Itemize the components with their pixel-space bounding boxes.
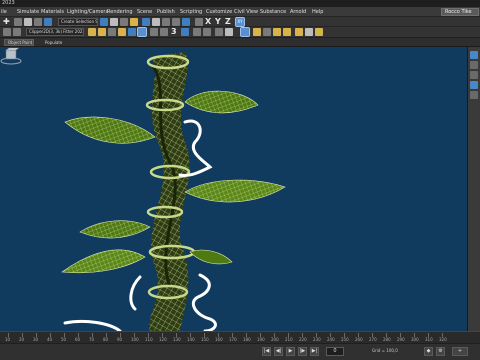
folder-icon[interactable] xyxy=(88,28,96,36)
menu-scene[interactable]: Scene xyxy=(137,7,152,17)
menu-materials[interactable]: Materials xyxy=(41,7,64,17)
transform-icon[interactable] xyxy=(3,28,11,36)
time-config-icon[interactable]: ⚙ xyxy=(436,347,445,356)
render-iterative-icon[interactable] xyxy=(305,28,313,36)
layer-dropdown[interactable]: Clipper2D(3, 3k) Fitter 2023 xyxy=(26,28,84,36)
snap-3d-icon[interactable]: 3 xyxy=(171,27,177,37)
rotate-icon[interactable] xyxy=(152,18,160,26)
unlink-icon[interactable] xyxy=(24,18,32,26)
open-icon[interactable] xyxy=(98,28,106,36)
link-icon[interactable] xyxy=(14,18,22,26)
tab-object-paint[interactable]: Object Paint xyxy=(4,39,34,46)
hierarchy-tab-icon[interactable] xyxy=(470,71,478,79)
angle-snap-icon[interactable] xyxy=(181,28,189,36)
render-frame-icon[interactable] xyxy=(273,28,281,36)
axis-xy-button[interactable]: XY xyxy=(235,17,245,27)
menu-file[interactable]: ile xyxy=(1,7,7,17)
menu-substance[interactable]: Substance xyxy=(260,7,286,17)
rect-select-icon[interactable] xyxy=(120,18,128,26)
place-icon[interactable] xyxy=(172,18,180,26)
align-icon[interactable] xyxy=(240,27,250,37)
pivot-icon[interactable] xyxy=(182,18,190,26)
key-mode-icon[interactable]: ◆ xyxy=(424,347,433,356)
scale-icon[interactable] xyxy=(162,18,170,26)
viewcube-icon[interactable] xyxy=(0,47,22,65)
move-icon[interactable] xyxy=(142,18,150,26)
timeline-ruler[interactable]: 10 20 30 40 50 60 70 80 90 100 110 120 130 140 150 160 1… xyxy=(0,331,480,343)
current-frame-field[interactable]: 0 xyxy=(326,347,344,356)
select-object-icon[interactable] xyxy=(100,18,108,26)
mirror-icon[interactable] xyxy=(225,28,233,36)
menu-simulate[interactable]: Simulate xyxy=(17,7,39,17)
scene-explorer-icon[interactable] xyxy=(118,28,126,36)
window-crossing-icon[interactable] xyxy=(130,18,138,26)
bind-space-warp-icon[interactable] xyxy=(34,18,42,26)
ribbon-bar: Object Paint Populate xyxy=(0,38,480,47)
add-icon[interactable]: + xyxy=(452,347,468,356)
secondary-toolbar: Clipper2D(3, 3k) Fitter 2023 3 xyxy=(0,27,480,38)
menu-bar: ile Simulate Materials Lighting/Camera R… xyxy=(0,7,480,17)
next-frame-icon[interactable]: |▶ xyxy=(298,347,307,356)
layer-explorer-icon[interactable] xyxy=(128,28,136,36)
render-online-icon[interactable] xyxy=(315,28,323,36)
selection-set-dropdown[interactable]: Create Selection Se xyxy=(58,18,98,26)
workspace-selector[interactable]: Rocco Tike xyxy=(441,8,479,16)
menu-arnold[interactable]: Arnold xyxy=(290,7,306,17)
menu-help[interactable]: Help xyxy=(312,7,323,17)
motion-tab-icon[interactable] xyxy=(470,81,478,89)
render-icon[interactable] xyxy=(283,28,291,36)
menu-publish[interactable]: Publish xyxy=(157,7,175,17)
select-filter-icon[interactable] xyxy=(44,18,52,26)
axis-x-button[interactable]: X xyxy=(205,17,211,27)
axis-y-button[interactable]: Y xyxy=(215,17,221,27)
main-toolbar: ✚ Create Selection Se X Y Z XY xyxy=(0,17,480,27)
render-setup-icon[interactable] xyxy=(263,28,271,36)
tab-populate[interactable]: Populate xyxy=(42,39,65,46)
menu-civil-view[interactable]: Civil View xyxy=(234,7,258,17)
track-view-icon[interactable] xyxy=(150,28,158,36)
menu-lighting-camera[interactable]: Lighting/Camera xyxy=(67,7,109,17)
axis-z-button[interactable]: Z xyxy=(225,17,231,27)
schematic-icon[interactable] xyxy=(160,28,168,36)
play-icon[interactable]: ▶ xyxy=(286,347,295,356)
menu-scripting[interactable]: Scripting xyxy=(180,7,202,17)
command-panel xyxy=(468,47,480,331)
modify-tab-icon[interactable] xyxy=(470,61,478,69)
status-bar: Grid = 100,0 |◀ ◀| ▶ |▶ ▶| 0 ◆ ⚙ + xyxy=(0,343,480,360)
percent-snap-icon[interactable] xyxy=(193,28,201,36)
grid-size-readout: Grid = 100,0 xyxy=(372,348,398,353)
goto-start-icon[interactable]: |◀ xyxy=(262,347,271,356)
render-production-icon[interactable] xyxy=(295,28,303,36)
beanstalk-model xyxy=(61,52,286,331)
keyboard-shortcut-icon[interactable] xyxy=(195,18,203,26)
title-bar: 2023 xyxy=(0,0,480,7)
create-tab-icon[interactable] xyxy=(470,51,478,59)
named-set-icon[interactable] xyxy=(215,28,223,36)
prev-frame-icon[interactable]: ◀| xyxy=(274,347,283,356)
layers-icon[interactable] xyxy=(13,28,21,36)
perspective-viewport[interactable] xyxy=(0,47,468,331)
group-icon[interactable] xyxy=(108,28,116,36)
select-by-name-icon[interactable] xyxy=(110,18,118,26)
window-title: 2023 xyxy=(2,0,15,6)
viewport-layout-icon[interactable] xyxy=(137,27,147,37)
menu-customize[interactable]: Customize xyxy=(206,7,232,17)
goto-end-icon[interactable]: ▶| xyxy=(310,347,319,356)
menu-rendering[interactable]: Rendering xyxy=(107,7,133,17)
spinner-snap-icon[interactable] xyxy=(203,28,211,36)
display-tab-icon[interactable] xyxy=(470,91,478,99)
material-editor-icon[interactable] xyxy=(253,28,261,36)
undo-icon[interactable]: ✚ xyxy=(3,17,10,27)
